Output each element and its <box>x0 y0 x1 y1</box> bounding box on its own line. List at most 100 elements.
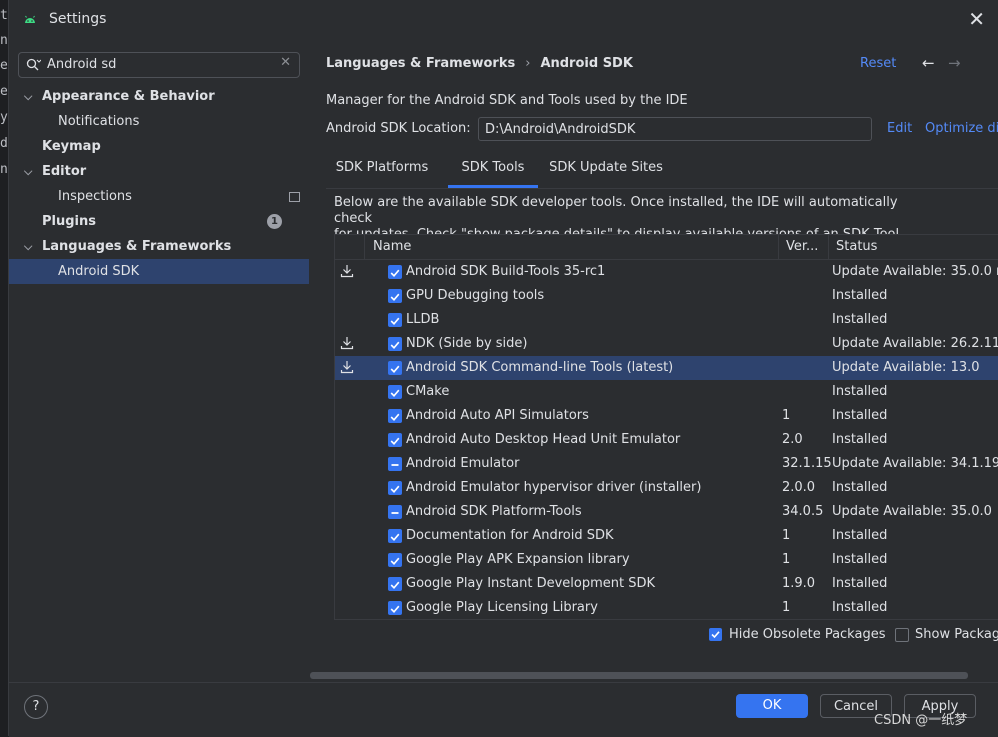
row-checkbox[interactable] <box>388 361 402 375</box>
partial-checkbox[interactable] <box>388 457 402 471</box>
tree-item-label: Keymap <box>42 139 101 154</box>
watermark: CSDN @一纸梦 <box>874 713 968 728</box>
breadcrumb-current: Android SDK <box>540 56 633 71</box>
tree-item-editor[interactable]: ⌵ Editor <box>9 159 309 184</box>
table-row[interactable]: GPU Debugging tools Installed <box>335 284 998 308</box>
column-header-version[interactable]: Ver... <box>786 235 818 259</box>
settings-dialog: Settings ✕ ✕ ⌵ Appearance & Behavior Not… <box>8 0 998 737</box>
column-header-status[interactable]: Status <box>836 235 877 259</box>
help-icon[interactable]: ? <box>24 695 48 719</box>
table-row[interactable]: Android Emulator hypervisor driver (inst… <box>335 476 998 500</box>
tree-item-label: Plugins <box>42 214 96 229</box>
sdk-location-label: Android SDK Location: <box>326 121 471 136</box>
tab-sdk-tools[interactable]: SDK Tools <box>448 153 538 188</box>
updates-badge: 1 <box>267 214 282 229</box>
partial-checkbox[interactable] <box>388 505 402 519</box>
table-row[interactable]: Android Emulator 32.1.15 Update Available:… <box>335 452 998 476</box>
table-row[interactable]: Android Auto Desktop Head Unit Emulator 2… <box>335 428 998 452</box>
search-input[interactable] <box>47 55 267 73</box>
sdk-location-input[interactable] <box>485 120 865 138</box>
scrollbar-thumb[interactable] <box>310 672 968 679</box>
tree-item-keymap[interactable]: Keymap <box>9 134 309 159</box>
table-row[interactable]: Google Play Licensing Library 1 Installed <box>335 596 998 619</box>
edge-char: d <box>0 136 8 151</box>
row-checkbox[interactable] <box>388 433 402 447</box>
cell-status: Installed <box>832 288 888 303</box>
tree-item-android-sdk[interactable]: Android SDK <box>9 259 309 284</box>
show-package-details-option[interactable]: Show Package Details <box>895 627 998 645</box>
edit-location-link[interactable]: Edit <box>887 121 912 136</box>
cell-name: Google Play APK Expansion library <box>406 552 630 567</box>
sdk-tabs: SDK Platforms SDK Tools SDK Update Sites <box>326 153 998 189</box>
column-separator[interactable] <box>778 235 779 259</box>
minus-icon <box>391 512 399 514</box>
row-checkbox[interactable] <box>388 553 402 567</box>
tree-item-appearance-behavior[interactable]: ⌵ Appearance & Behavior <box>9 84 309 109</box>
breadcrumb-separator: › <box>525 56 531 71</box>
table-row[interactable]: Google Play Instant Development SDK 1.9.0… <box>335 572 998 596</box>
table-row[interactable]: Google Play APK Expansion library 1 Instal… <box>335 548 998 572</box>
row-checkbox[interactable] <box>388 409 402 423</box>
table-row[interactable]: CMake Installed <box>335 380 998 404</box>
back-arrow-icon[interactable]: ← <box>922 54 935 72</box>
column-separator[interactable] <box>364 235 365 259</box>
check-icon <box>390 437 400 445</box>
check-icon <box>711 631 720 639</box>
edge-char: y <box>0 110 8 125</box>
clear-search-icon[interactable]: ✕ <box>280 55 291 70</box>
ok-button[interactable]: OK <box>736 694 808 718</box>
row-checkbox[interactable] <box>388 529 402 543</box>
chevron-down-icon[interactable]: ⌵ <box>24 159 32 184</box>
cell-version: 2.0 <box>782 432 803 447</box>
table-row[interactable]: NDK (Side by side) Update Available: 26.2… <box>335 332 998 356</box>
tree-item-inspections[interactable]: Inspections <box>9 184 309 209</box>
row-checkbox[interactable] <box>388 481 402 495</box>
table-row[interactable]: Documentation for Android SDK 1 Installed <box>335 524 998 548</box>
tab-sdk-platforms[interactable]: SDK Platforms <box>326 153 438 188</box>
hide-obsolete-checkbox[interactable] <box>709 628 722 641</box>
row-checkbox[interactable] <box>388 601 402 615</box>
check-icon <box>390 365 400 373</box>
cell-name: CMake <box>406 384 450 399</box>
close-icon[interactable]: ✕ <box>968 8 985 30</box>
tree-item-languages-frameworks[interactable]: ⌵ Languages & Frameworks <box>9 234 309 259</box>
optimize-disk-space-link[interactable]: Optimize disk space <box>925 121 998 136</box>
edge-char: e <box>0 58 8 73</box>
cell-status: Installed <box>832 312 888 327</box>
show-details-checkbox[interactable] <box>895 628 909 642</box>
check-icon <box>390 317 400 325</box>
tree-item-plugins[interactable]: Plugins 1 <box>9 209 309 234</box>
horizontal-scrollbar[interactable] <box>310 672 998 679</box>
hide-obsolete-option[interactable]: Hide Obsolete Packages <box>709 627 889 645</box>
project-settings-icon <box>289 192 300 202</box>
reset-link[interactable]: Reset <box>860 56 896 71</box>
tab-sdk-update-sites[interactable]: SDK Update Sites <box>544 153 668 188</box>
android-sdk-panel: Languages & Frameworks › Android SDK Reset… <box>310 40 998 682</box>
title-bar[interactable]: Settings ✕ <box>9 0 998 40</box>
column-separator[interactable] <box>828 235 829 259</box>
row-checkbox[interactable] <box>388 385 402 399</box>
row-checkbox[interactable] <box>388 577 402 591</box>
row-checkbox[interactable] <box>388 337 402 351</box>
column-header-name[interactable]: Name <box>373 235 411 259</box>
chevron-down-icon[interactable]: ⌵ <box>24 84 32 109</box>
row-checkbox[interactable] <box>388 289 402 303</box>
cell-status: Installed <box>832 480 888 495</box>
chevron-down-icon[interactable]: ⌵ <box>24 234 32 259</box>
settings-search: ✕ <box>18 52 300 78</box>
tree-item-label: Notifications <box>58 114 140 129</box>
tree-item-notifications[interactable]: Notifications <box>9 109 309 134</box>
row-checkbox[interactable] <box>388 265 402 279</box>
cell-status: Installed <box>832 432 888 447</box>
table-row[interactable]: Android SDK Build-Tools 35-rc1 Update Ava… <box>335 260 998 284</box>
row-checkbox[interactable] <box>388 313 402 327</box>
breadcrumb-parent[interactable]: Languages & Frameworks <box>326 56 515 71</box>
check-icon <box>390 557 400 565</box>
table-row[interactable]: Android SDK Command-line Tools (latest) U… <box>335 356 998 380</box>
table-row[interactable]: LLDB Installed <box>335 308 998 332</box>
cell-version: 1.9.0 <box>782 576 816 591</box>
cell-name: Android Emulator <box>406 456 520 471</box>
table-row[interactable]: Android Auto API Simulators 1 Installed <box>335 404 998 428</box>
forward-arrow-icon[interactable]: → <box>948 54 961 72</box>
table-row[interactable]: Android SDK Platform-Tools 34.0.5 Update A… <box>335 500 998 524</box>
